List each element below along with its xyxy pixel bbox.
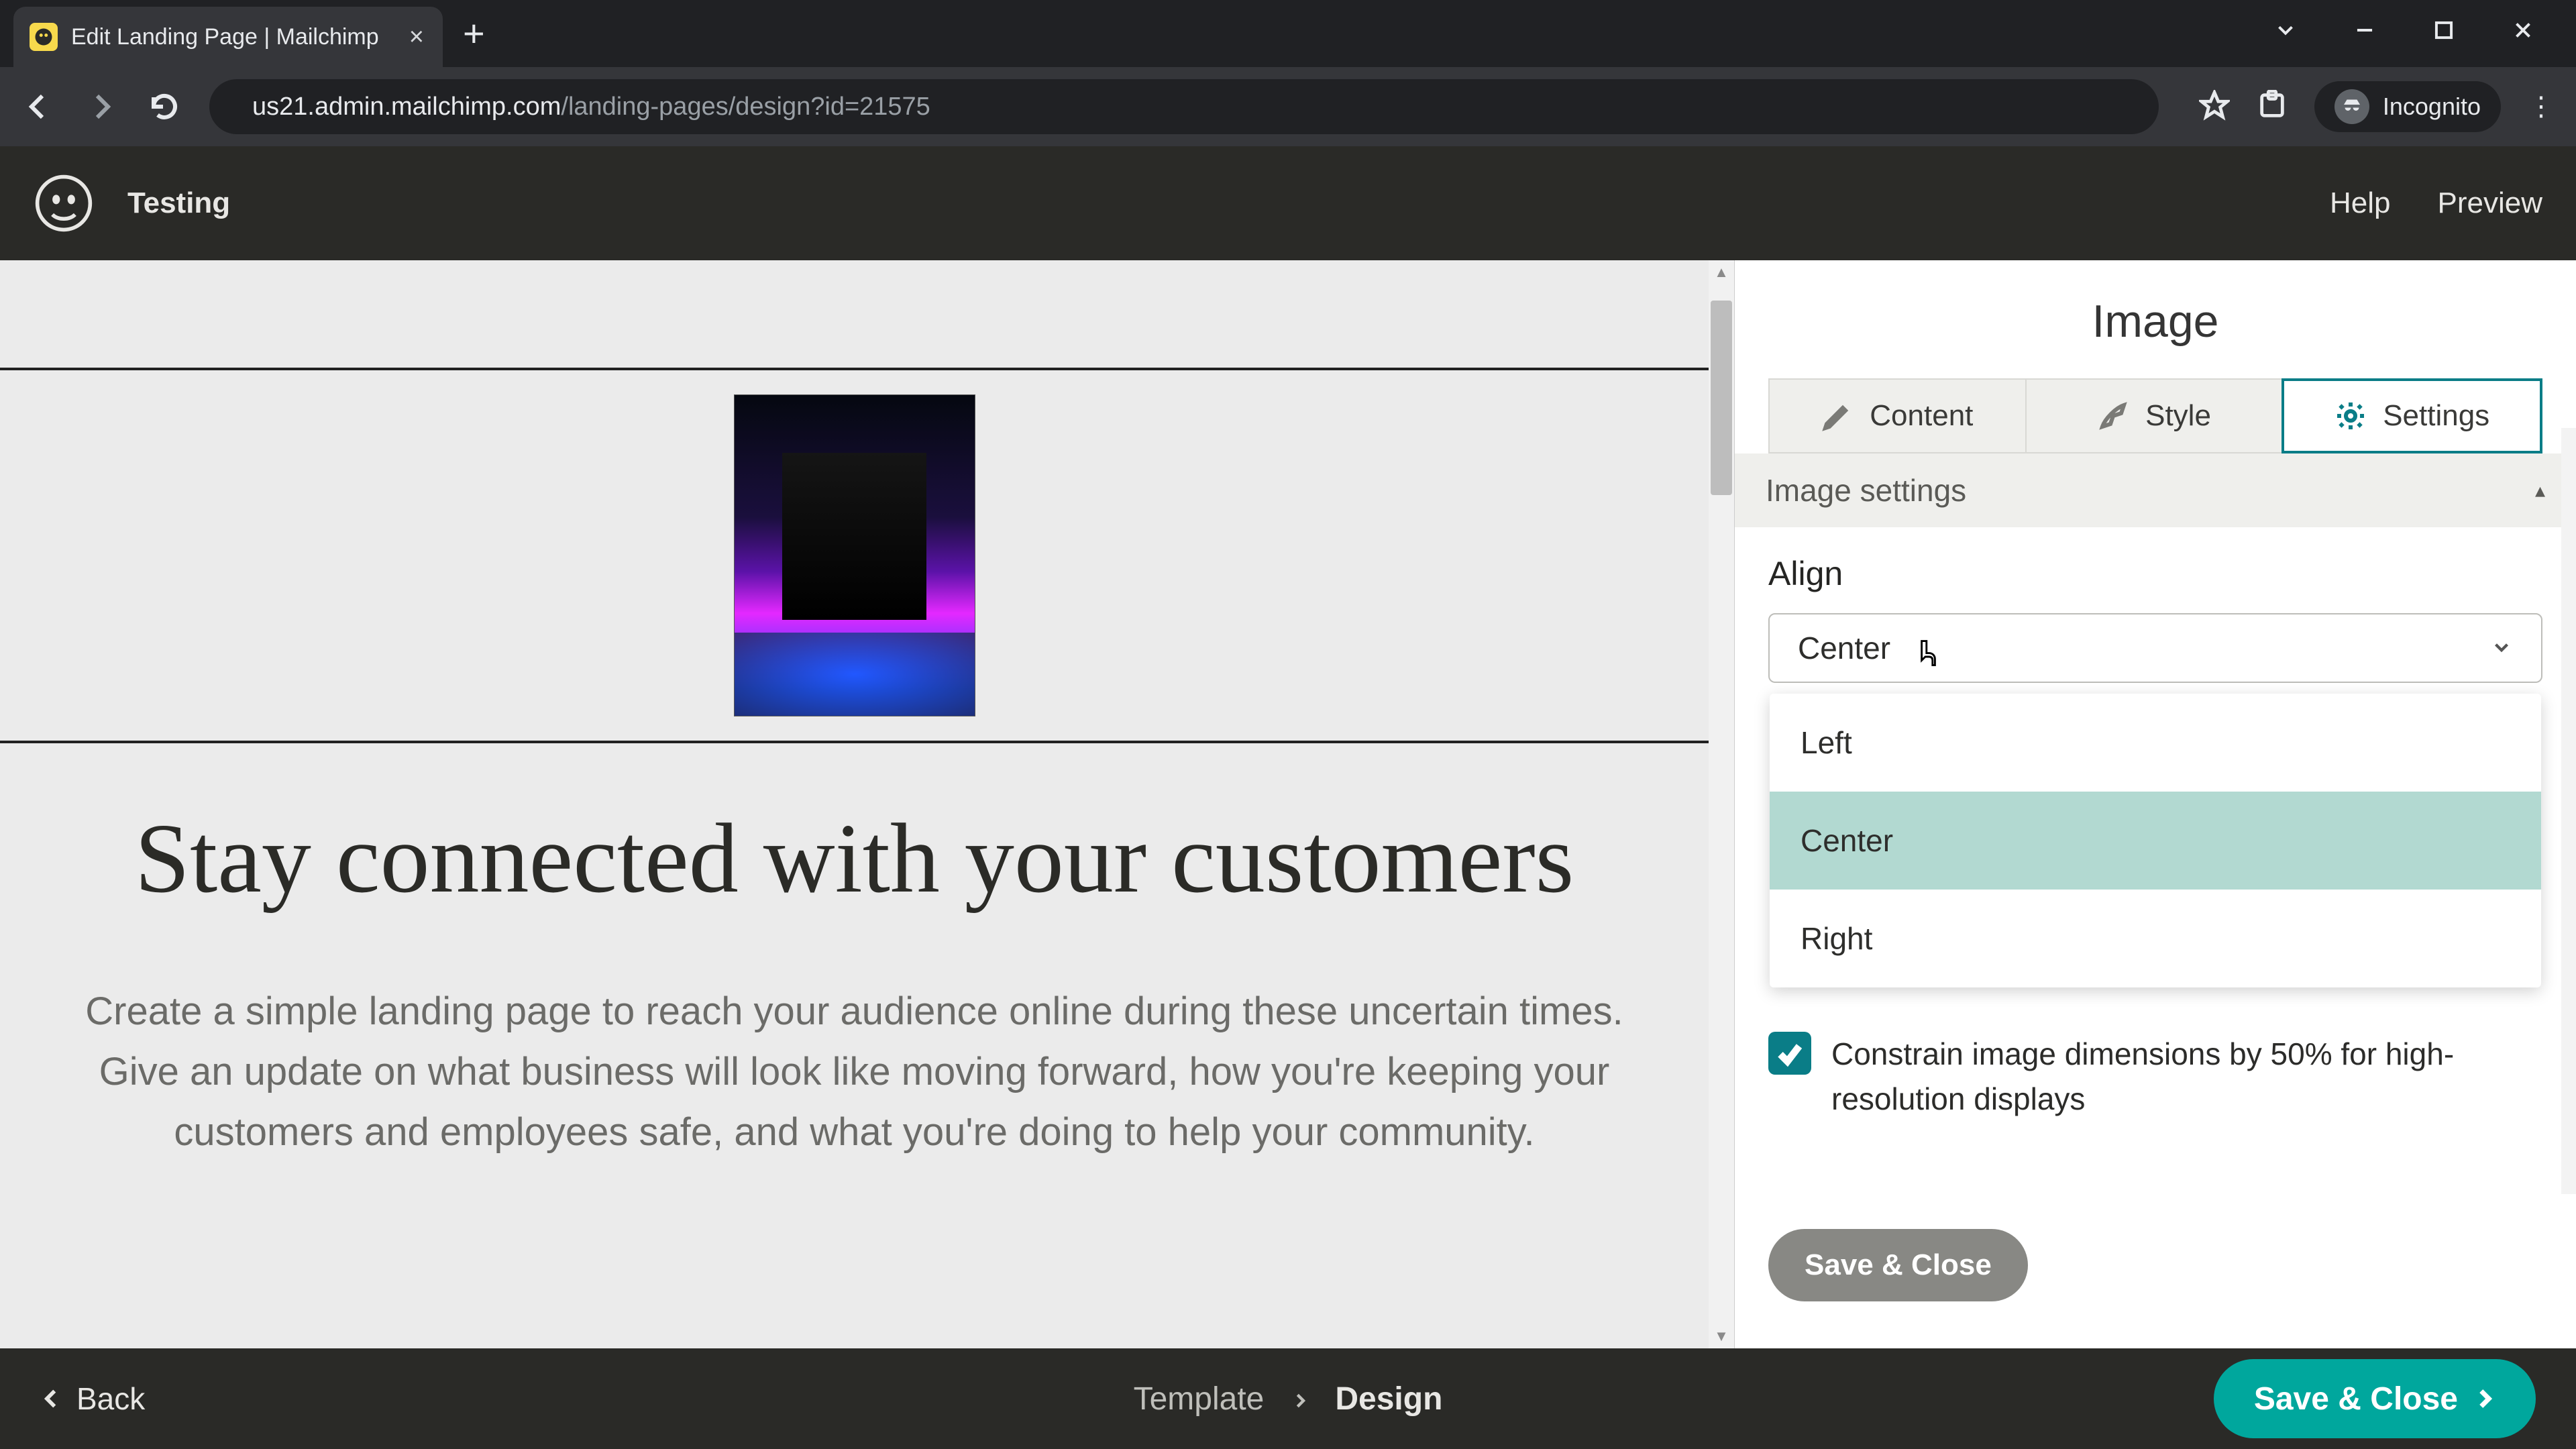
tab-style-label: Style	[2145, 399, 2211, 433]
image-thumbnail	[734, 394, 975, 716]
tabs-dropdown-icon[interactable]	[2273, 17, 2298, 50]
extensions-icon[interactable]	[2257, 90, 2288, 124]
tab-style[interactable]: Style	[2027, 378, 2282, 453]
panel-scrollbar[interactable]	[2561, 428, 2576, 1194]
app-header: Testing Help Preview	[0, 146, 2576, 260]
scroll-down-icon[interactable]: ▼	[1709, 1324, 1734, 1348]
forward-icon[interactable]	[83, 89, 119, 125]
browser-titlebar: Edit Landing Page | Mailchimp × +	[0, 0, 2576, 67]
new-tab-button[interactable]: +	[463, 11, 485, 55]
image-block[interactable]	[0, 370, 1709, 741]
preview-link[interactable]: Preview	[2438, 186, 2543, 220]
section-label: Image settings	[1766, 472, 1966, 508]
chevron-left-icon	[40, 1387, 63, 1410]
incognito-icon	[2334, 89, 2369, 124]
panel-title: Image	[1735, 260, 2576, 378]
tab-content[interactable]: Content	[1768, 378, 2027, 453]
cursor-pointer-icon	[1911, 639, 1940, 675]
reload-icon[interactable]	[146, 89, 182, 125]
window-maximize-icon[interactable]	[2431, 17, 2457, 50]
chevron-right-icon	[1291, 1381, 1308, 1417]
window-close-icon[interactable]	[2510, 17, 2536, 50]
bookmark-star-icon[interactable]	[2199, 90, 2230, 124]
canvas-scrollbar[interactable]: ▲ ▼	[1709, 260, 1734, 1348]
canvas: Stay connected with your customers Creat…	[0, 260, 1734, 1348]
save-close-button[interactable]: Save & Close	[2214, 1359, 2536, 1438]
step-design[interactable]: Design	[1335, 1381, 1442, 1417]
browser-toolbar: us21.admin.mailchimp.com/landing-pages/d…	[0, 67, 2576, 146]
back-label: Back	[76, 1381, 145, 1417]
scroll-up-icon[interactable]: ▲	[1709, 260, 1734, 284]
wizard-steps: Template Design	[1134, 1381, 1443, 1417]
tab-settings[interactable]: Settings	[2282, 378, 2542, 453]
mailchimp-logo-icon[interactable]	[34, 173, 94, 233]
mailchimp-favicon-icon	[30, 23, 58, 51]
align-option-right[interactable]: Right	[1770, 890, 2541, 987]
browser-menu-icon[interactable]: ⋮	[2528, 91, 2556, 122]
retina-checkbox-label: Constrain image dimensions by 50% for hi…	[1831, 1032, 2536, 1121]
section-image-settings[interactable]: Image settings ▴	[1735, 453, 2576, 527]
tab-close-icon[interactable]: ×	[409, 24, 424, 50]
align-option-center[interactable]: Center	[1770, 792, 2541, 890]
back-icon[interactable]	[20, 89, 56, 125]
collapse-caret-icon: ▴	[2535, 479, 2545, 502]
app-footer: Back Template Design Save & Close	[0, 1348, 2576, 1449]
align-select[interactable]: Center Left Center Right	[1768, 613, 2542, 683]
app-root: Testing Help Preview Stay connected with…	[0, 146, 2576, 1449]
panel-save-close-button[interactable]: Save & Close	[1768, 1229, 2028, 1301]
retina-checkbox[interactable]	[1768, 1032, 1811, 1075]
help-link[interactable]: Help	[2330, 186, 2391, 220]
tab-settings-label: Settings	[2383, 399, 2489, 433]
hero-description[interactable]: Create a simple landing page to reach yo…	[0, 921, 1709, 1163]
url-text: us21.admin.mailchimp.com/landing-pages/d…	[252, 93, 930, 121]
page-name: Testing	[127, 186, 230, 220]
address-bar[interactable]: us21.admin.mailchimp.com/landing-pages/d…	[209, 79, 2159, 134]
tab-content-label: Content	[1870, 399, 1973, 433]
gear-icon	[2334, 400, 2367, 432]
window-controls	[2273, 0, 2576, 67]
scrollbar-thumb[interactable]	[1711, 301, 1732, 495]
chevron-right-icon	[2473, 1387, 2496, 1410]
incognito-indicator[interactable]: Incognito	[2314, 81, 2501, 132]
save-close-label: Save & Close	[2254, 1381, 2458, 1417]
workspace: Stay connected with your customers Creat…	[0, 260, 2576, 1348]
align-option-left[interactable]: Left	[1770, 694, 2541, 792]
align-label: Align	[1768, 554, 2542, 593]
brush-icon	[2097, 400, 2129, 432]
pencil-icon	[1821, 400, 1854, 432]
step-template[interactable]: Template	[1134, 1381, 1265, 1417]
panel-tabs: Content Style Settings	[1735, 378, 2576, 453]
align-select-value: Center	[1798, 630, 1890, 666]
incognito-label: Incognito	[2383, 93, 2481, 121]
align-field: Align Center Left Center Right	[1735, 527, 2576, 683]
check-icon	[1776, 1039, 1804, 1067]
panel-footer: Save & Close	[1735, 1189, 2576, 1348]
window-minimize-icon[interactable]	[2352, 17, 2377, 50]
canvas-viewport[interactable]: Stay connected with your customers Creat…	[0, 260, 1709, 1348]
align-dropdown: Left Center Right	[1770, 694, 2541, 987]
browser-tab[interactable]: Edit Landing Page | Mailchimp ×	[13, 7, 443, 67]
chevron-down-icon	[2490, 630, 2513, 666]
back-button[interactable]: Back	[40, 1381, 145, 1417]
properties-panel: Image Content Style Settings Image setti…	[1734, 260, 2576, 1348]
hero-title[interactable]: Stay connected with your customers	[0, 743, 1709, 921]
browser-tab-title: Edit Landing Page | Mailchimp	[71, 24, 379, 50]
